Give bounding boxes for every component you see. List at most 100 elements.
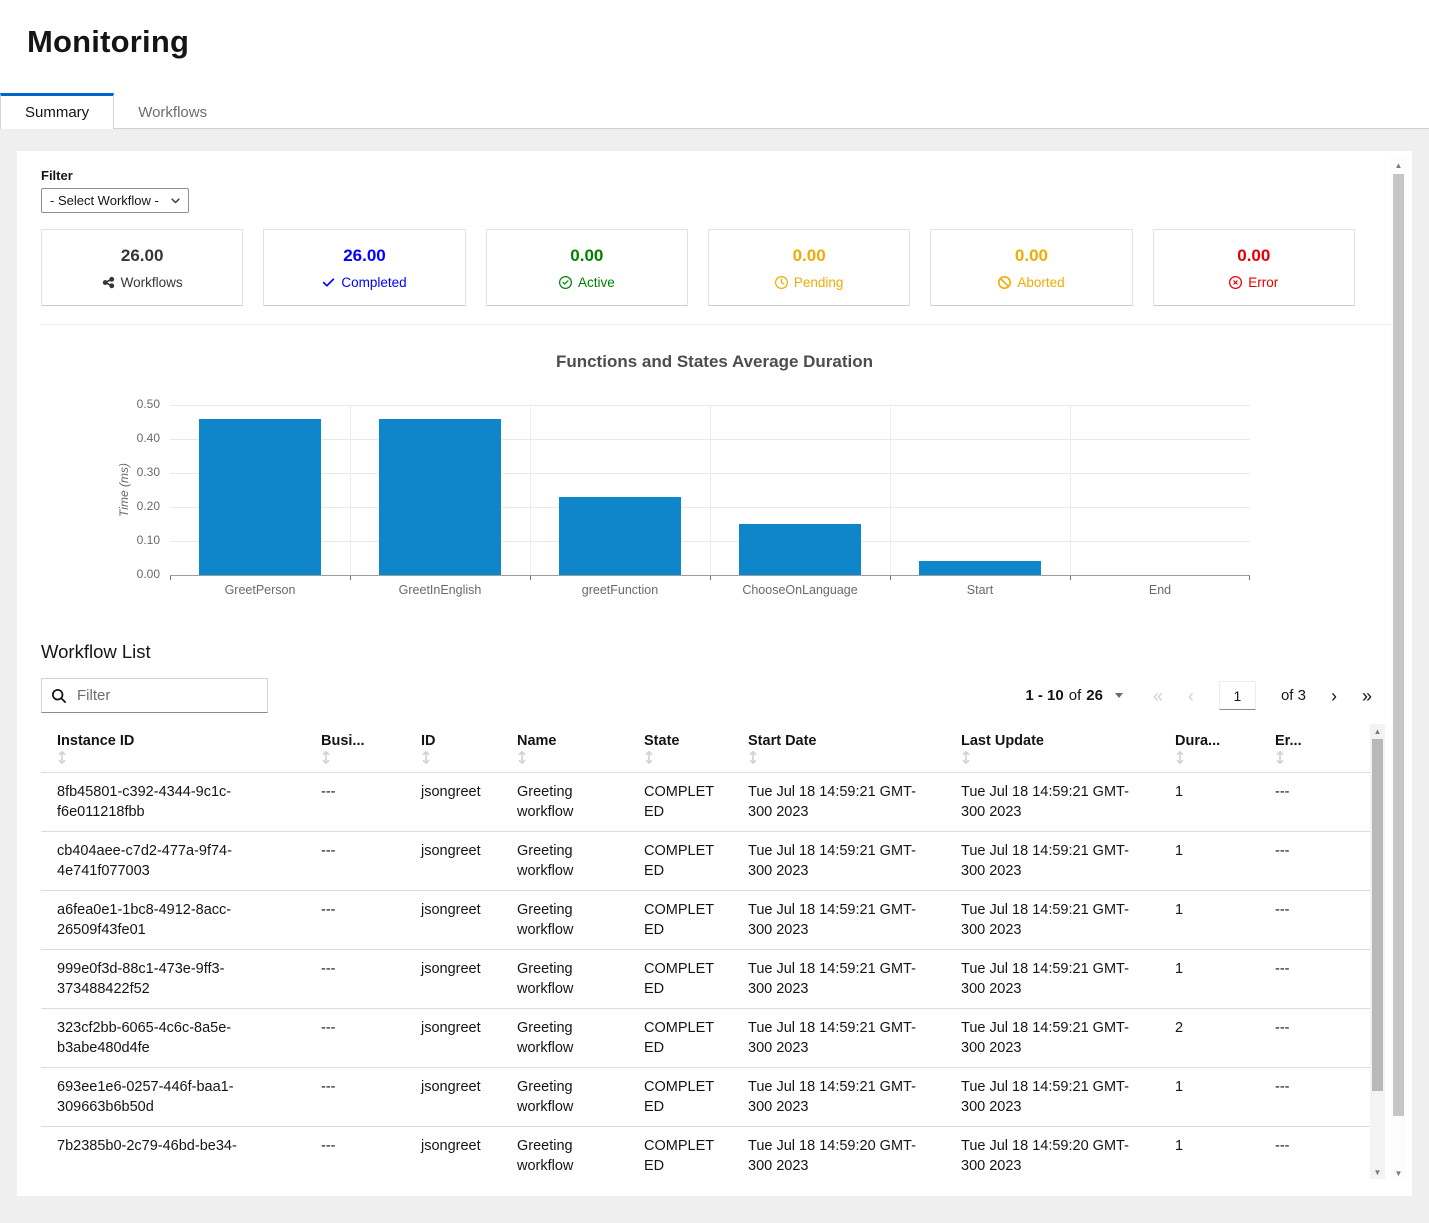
prev-page-button[interactable]: ‹ [1188, 687, 1194, 705]
column-header-label: Name [517, 733, 557, 749]
h-gridline [170, 575, 1250, 576]
cell-last-update: Tue Jul 18 14:59:20 GMT-300 2023 [945, 1127, 1159, 1186]
v-gridline [1070, 405, 1071, 575]
cell-error: --- [1259, 773, 1372, 832]
card-value: 0.00 [570, 246, 603, 266]
cell-name: Greeting workflow [501, 891, 628, 950]
workflow-list-heading: Workflow List [41, 641, 1412, 663]
page-title: Monitoring [0, 0, 1429, 60]
sort-arrows-icon[interactable] [517, 751, 612, 764]
workflow-table-header-row: Instance IDBusi...ID Name StateStart DateL… [41, 725, 1372, 773]
column-header-instance-id[interactable]: Instance ID [41, 725, 305, 773]
y-tick-label: 0.00 [115, 567, 160, 581]
cell-state: COMPLETED [628, 1068, 732, 1127]
last-page-button[interactable]: » [1362, 687, 1372, 705]
scroll-down-arrow-icon[interactable]: ▼ [1370, 1165, 1385, 1179]
tab-summary-label: Summary [25, 104, 89, 121]
x-category-label: GreetPerson [170, 583, 350, 597]
column-header-er---[interactable]: Er... [1259, 725, 1372, 773]
sort-arrows-icon[interactable] [961, 751, 1143, 764]
column-header-last-update[interactable]: Last Update [945, 725, 1159, 773]
cell-instance-id: cb404aee-c7d2-477a-9f74-4e741f077003 [41, 832, 305, 891]
cell-id: jsongreet [405, 1068, 501, 1127]
column-header-dura---[interactable]: Dura... [1159, 725, 1259, 773]
cell-last-update: Tue Jul 18 14:59:21 GMT-300 2023 [945, 891, 1159, 950]
sort-arrows-icon[interactable] [421, 751, 485, 764]
cell-name: Greeting workflow [501, 1009, 628, 1068]
filter-search-input[interactable] [75, 686, 259, 705]
scroll-up-arrow-icon[interactable]: ▲ [1370, 724, 1385, 738]
panel-scrollbar-thumb[interactable] [1393, 174, 1404, 1116]
pagination: 1 - 10 of 26 « ‹ of 3 › » [1025, 681, 1372, 710]
cell-last-update: Tue Jul 18 14:59:21 GMT-300 2023 [945, 950, 1159, 1009]
cell-instance-id: 999e0f3d-88c1-473e-9ff3-373488422f52 [41, 950, 305, 1009]
card-label-row: Pending [775, 275, 844, 290]
cell-error: --- [1259, 832, 1372, 891]
table-row: 8fb45801-c392-4344-9c1c-f6e011218fbb---j… [41, 773, 1372, 832]
table-row: a6fea0e1-1bc8-4912-8acc-26509f43fe01---j… [41, 891, 1372, 950]
cell-state: COMPLETED [628, 950, 732, 1009]
tab-workflows[interactable]: Workflows [114, 93, 231, 128]
pending-clock-icon [775, 276, 788, 289]
pagination-nav: « ‹ of 3 › » [1153, 681, 1372, 710]
sort-arrows-icon[interactable] [748, 751, 929, 764]
cell-id: jsongreet [405, 773, 501, 832]
sort-arrows-icon[interactable] [57, 751, 289, 764]
card-label: Error [1248, 275, 1278, 290]
cell-business-key: --- [305, 950, 405, 1009]
table-scrollbar-thumb[interactable] [1372, 739, 1383, 1091]
v-gridline [710, 405, 711, 575]
page-number-input[interactable] [1219, 681, 1256, 710]
cell-duration: 1 [1159, 891, 1259, 950]
cell-start-date: Tue Jul 18 14:59:20 GMT-300 2023 [732, 1127, 945, 1186]
cell-state: COMPLETED [628, 891, 732, 950]
pagination-range-dropdown[interactable]: 1 - 10 of 26 [1025, 687, 1123, 704]
cell-start-date: Tue Jul 18 14:59:21 GMT-300 2023 [732, 1009, 945, 1068]
sort-arrows-icon[interactable] [1175, 751, 1243, 764]
chart-bar-Start [919, 561, 1041, 575]
table-row: 693ee1e6-0257-446f-baa1-309663b6b50d---j… [41, 1068, 1372, 1127]
v-gridline [890, 405, 891, 575]
cell-duration: 1 [1159, 773, 1259, 832]
sort-arrows-icon[interactable] [644, 751, 716, 764]
cell-duration: 2 [1159, 1009, 1259, 1068]
column-header-busi---[interactable]: Busi... [305, 725, 405, 773]
status-card-workflows: 26.00Workflows [41, 229, 243, 306]
cell-business-key: --- [305, 1127, 405, 1186]
tab-summary[interactable]: Summary [0, 93, 114, 129]
panel-scrollbar[interactable]: ▲ ▼ [1391, 158, 1406, 1180]
card-value: 26.00 [343, 246, 386, 266]
column-header-label: Er... [1275, 733, 1302, 749]
y-tick-label: 0.50 [115, 397, 160, 411]
workflow-select[interactable]: - Select Workflow - [41, 188, 189, 213]
column-header-name[interactable]: Name [501, 725, 628, 773]
table-row: 999e0f3d-88c1-473e-9ff3-373488422f52---j… [41, 950, 1372, 1009]
next-page-button[interactable]: › [1331, 687, 1337, 705]
y-tick-label: 0.20 [115, 499, 160, 513]
cell-instance-id: 7b2385b0-2c79-46bd-be34- [41, 1127, 305, 1186]
cell-error: --- [1259, 1127, 1372, 1186]
error-times-circle-icon [1229, 276, 1242, 289]
x-category-label: ChooseOnLanguage [710, 583, 890, 597]
scroll-up-arrow-icon[interactable]: ▲ [1391, 158, 1406, 172]
sort-arrows-icon[interactable] [321, 751, 389, 764]
table-scrollbar[interactable]: ▲ ▼ [1370, 724, 1385, 1179]
summary-panel: Filter - Select Workflow - 26.00Workflow… [17, 151, 1412, 1196]
sort-arrows-icon[interactable] [1275, 751, 1356, 764]
cell-last-update: Tue Jul 18 14:59:21 GMT-300 2023 [945, 832, 1159, 891]
first-page-button[interactable]: « [1153, 687, 1163, 705]
scroll-down-arrow-icon[interactable]: ▼ [1391, 1166, 1406, 1180]
column-header-id[interactable]: ID [405, 725, 501, 773]
card-label-row: Error [1229, 275, 1278, 290]
cell-start-date: Tue Jul 18 14:59:21 GMT-300 2023 [732, 832, 945, 891]
cell-id: jsongreet [405, 1009, 501, 1068]
status-card-completed: 26.00Completed [263, 229, 465, 306]
tab-workflows-label: Workflows [138, 104, 207, 121]
x-category-label: greetFunction [530, 583, 710, 597]
cell-id: jsongreet [405, 950, 501, 1009]
cell-business-key: --- [305, 832, 405, 891]
cell-state: COMPLETED [628, 832, 732, 891]
column-header-state[interactable]: State [628, 725, 732, 773]
column-header-start-date[interactable]: Start Date [732, 725, 945, 773]
cell-last-update: Tue Jul 18 14:59:21 GMT-300 2023 [945, 1009, 1159, 1068]
